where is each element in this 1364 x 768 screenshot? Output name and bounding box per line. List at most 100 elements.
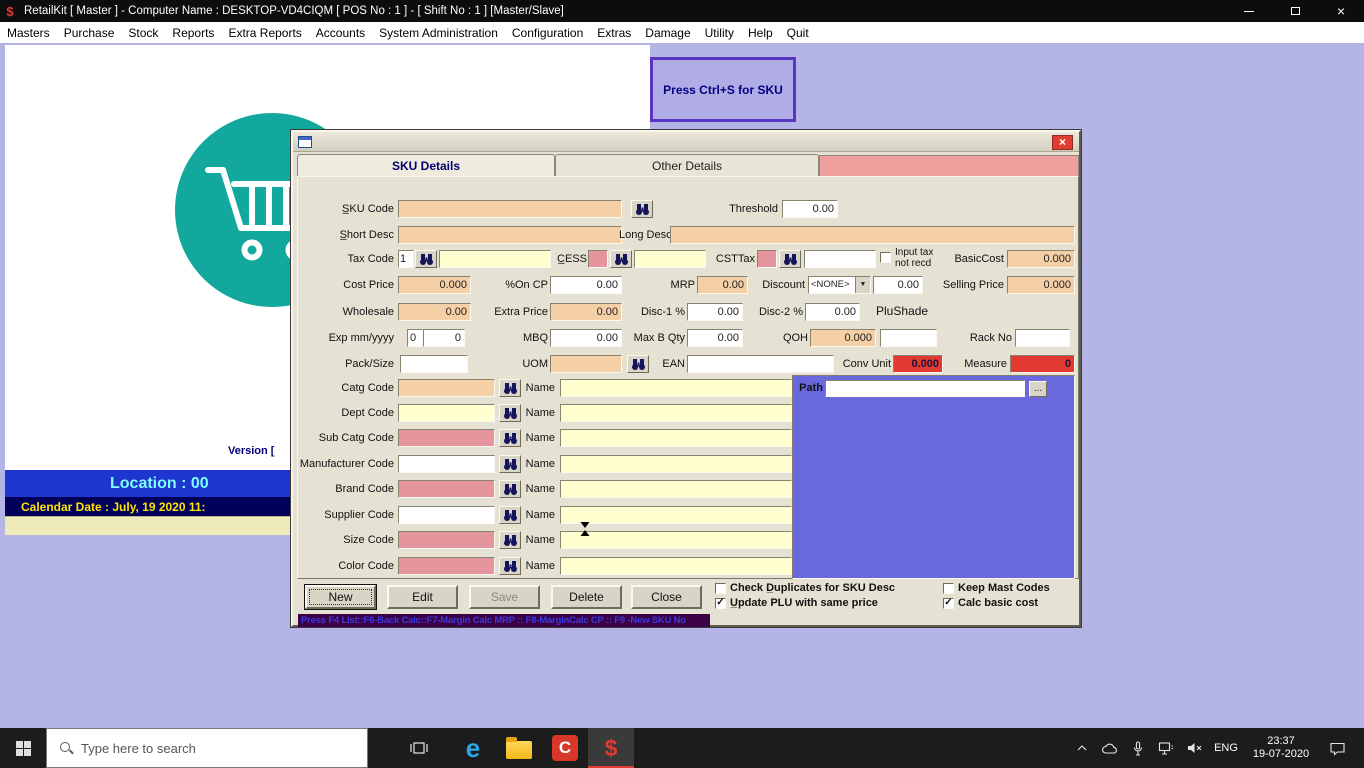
percent-on-cp-input[interactable]: 0.00 [550, 276, 622, 294]
dialog-close-button[interactable]: × [1052, 135, 1073, 150]
sub-catg-code-input[interactable] [398, 429, 495, 447]
start-button[interactable] [0, 728, 46, 768]
maximize-button[interactable] [1272, 0, 1318, 22]
menu-purchase[interactable]: Purchase [57, 26, 122, 40]
measure-input[interactable]: 0 [1010, 355, 1075, 373]
rack-no-input[interactable] [1015, 329, 1070, 347]
cess-code-input[interactable] [588, 250, 608, 268]
menu-stock[interactable]: Stock [121, 26, 165, 40]
brand-name-input[interactable] [560, 480, 792, 498]
tax-code-name-input[interactable] [439, 250, 551, 268]
color-code-input[interactable] [398, 557, 495, 575]
edge-button[interactable]: e [450, 728, 496, 768]
minimize-button[interactable] [1226, 0, 1272, 22]
microphone-button[interactable] [1126, 740, 1150, 756]
discount-dropdown[interactable]: <NONE> ▼ [808, 276, 871, 294]
camtasia-button[interactable]: C [542, 728, 588, 768]
discount-value-input[interactable]: 0.00 [873, 276, 923, 294]
taskbar-search[interactable]: Type here to search [46, 728, 368, 768]
supplier-code-lookup-button[interactable] [499, 506, 521, 524]
disc2-input[interactable]: 0.00 [805, 303, 860, 321]
selling-price-input[interactable]: 0.000 [1007, 276, 1075, 294]
manufacturer-code-lookup-button[interactable] [499, 455, 521, 473]
exp-yyyy-input[interactable]: 0 [423, 329, 465, 347]
menu-utility[interactable]: Utility [698, 26, 741, 40]
menu-quit[interactable]: Quit [780, 26, 816, 40]
exp-mm-input[interactable]: 0 [407, 329, 423, 347]
menu-extra-reports[interactable]: Extra Reports [221, 26, 308, 40]
edit-button[interactable]: Edit [387, 585, 458, 609]
color-code-lookup-button[interactable] [499, 557, 521, 575]
short-desc-input[interactable] [398, 226, 622, 244]
extra-price-input[interactable]: 0.00 [550, 303, 622, 321]
cost-price-input[interactable]: 0.000 [398, 276, 471, 294]
tab-other-details[interactable]: Other Details [555, 154, 819, 176]
brand-code-lookup-button[interactable] [499, 480, 521, 498]
cess-value-input[interactable] [634, 250, 706, 268]
menu-reports[interactable]: Reports [165, 26, 221, 40]
dialog-titlebar[interactable]: × [293, 132, 1079, 152]
ean-input[interactable] [687, 355, 834, 373]
cess-lookup-button[interactable] [610, 250, 632, 268]
menu-damage[interactable]: Damage [638, 26, 697, 40]
ctrl-s-sku-button[interactable]: Press Ctrl+S for SKU [650, 57, 796, 122]
max-b-qty-input[interactable]: 0.00 [687, 329, 743, 347]
csttax-value-input[interactable] [804, 250, 876, 268]
dept-code-lookup-button[interactable] [499, 404, 521, 422]
volume-button[interactable] [1182, 741, 1206, 755]
manufacturer-name-input[interactable] [560, 455, 792, 473]
conv-unit-input[interactable]: 0.000 [893, 355, 943, 373]
threshold-input[interactable]: 0.00 [782, 200, 838, 218]
dropdown-arrow-button[interactable]: ▼ [855, 277, 870, 293]
delete-button[interactable]: Delete [551, 585, 622, 609]
disc1-input[interactable]: 0.00 [687, 303, 743, 321]
size-name-input[interactable] [560, 531, 792, 549]
path-input[interactable] [825, 380, 1025, 397]
size-code-lookup-button[interactable] [499, 531, 521, 549]
supplier-name-input[interactable] [560, 506, 792, 524]
onedrive-button[interactable] [1098, 742, 1122, 755]
close-button[interactable]: Close [631, 585, 702, 609]
tax-code-input[interactable]: 1 [398, 250, 414, 268]
action-center-button[interactable] [1320, 741, 1354, 756]
basic-cost-input[interactable]: 0.000 [1007, 250, 1075, 268]
window-close-button[interactable]: × [1318, 0, 1364, 22]
csttax-code-input[interactable] [757, 250, 777, 268]
menu-configuration[interactable]: Configuration [505, 26, 590, 40]
uom-input[interactable] [550, 355, 622, 373]
qoh-input[interactable]: 0.000 [810, 329, 876, 347]
sub-catg-code-lookup-button[interactable] [499, 429, 521, 447]
menu-help[interactable]: Help [741, 26, 780, 40]
brand-code-input[interactable] [398, 480, 495, 498]
catg-code-lookup-button[interactable] [499, 379, 521, 397]
color-name-input[interactable] [560, 557, 792, 575]
task-view-button[interactable] [396, 728, 442, 768]
mrp-input[interactable]: 0.00 [697, 276, 748, 294]
network-button[interactable] [1154, 741, 1178, 755]
menu-extras[interactable]: Extras [590, 26, 638, 40]
tab-sku-details[interactable]: SKU Details [297, 154, 555, 176]
uom-lookup-button[interactable] [627, 355, 649, 373]
catg-code-input[interactable] [398, 379, 495, 397]
path-browse-button[interactable]: ... [1029, 381, 1047, 397]
keep-mast-codes-checkbox[interactable]: Keep Mast Codes [943, 582, 1050, 594]
manufacturer-code-input[interactable] [398, 455, 495, 473]
input-tax-not-recd-checkbox[interactable] [880, 252, 891, 263]
catg-name-input[interactable] [560, 379, 792, 397]
check-duplicates-checkbox[interactable]: Check D̲uplicates for SKU Desc [715, 582, 895, 594]
update-plu-checkbox[interactable]: ✓ U̲pdate PLU with same price [715, 597, 878, 609]
qoh-secondary-input[interactable] [880, 329, 937, 347]
menu-accounts[interactable]: Accounts [309, 26, 372, 40]
file-explorer-button[interactable] [496, 728, 542, 768]
pack-size-input[interactable] [400, 355, 468, 373]
supplier-code-input[interactable] [398, 506, 495, 524]
size-code-input[interactable] [398, 531, 495, 549]
new-button[interactable]: New [305, 585, 376, 609]
save-button[interactable]: Save [469, 585, 540, 609]
language-indicator[interactable]: ENG [1210, 742, 1242, 754]
dept-code-input[interactable] [398, 404, 495, 422]
retailkit-taskbar-button[interactable]: $ [588, 728, 634, 768]
long-desc-input[interactable] [670, 226, 1075, 244]
tax-code-lookup-button[interactable] [415, 250, 437, 268]
clock[interactable]: 23:37 19-07-2020 [1246, 735, 1316, 761]
